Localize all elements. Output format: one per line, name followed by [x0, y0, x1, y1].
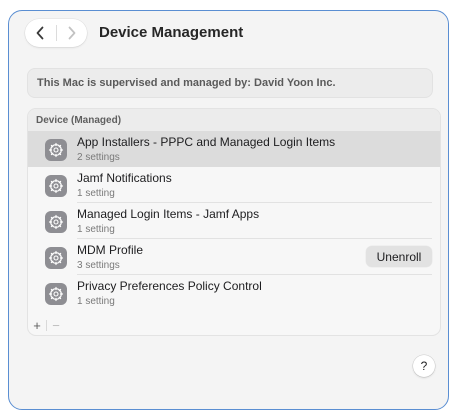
profile-gear-icon	[45, 247, 67, 269]
add-profile-button[interactable]: +	[28, 316, 46, 335]
profile-detail: 1 setting	[77, 188, 115, 199]
profile-name: Managed Login Items - Jamf Apps	[77, 207, 260, 221]
list-header: Device (Managed)	[28, 109, 440, 131]
profile-name: Jamf Notifications	[77, 171, 172, 185]
help-button[interactable]: ?	[413, 355, 435, 377]
profile-detail: 2 settings	[77, 152, 120, 163]
device-profiles-list: Device (Managed) App Installers - PPPC a…	[27, 108, 441, 336]
forward-button[interactable]	[57, 19, 88, 47]
supervision-notice: This Mac is supervised and managed by: D…	[27, 68, 433, 98]
profile-detail: 1 setting	[77, 296, 115, 307]
profile-gear-icon	[45, 283, 67, 305]
chevron-left-icon	[36, 26, 44, 40]
profile-row-mdm-profile[interactable]: MDM Profile 3 settings Unenroll	[28, 239, 440, 275]
unenroll-button[interactable]: Unenroll	[366, 246, 432, 267]
remove-profile-button[interactable]: −	[47, 316, 65, 335]
profile-row-managed-login-items[interactable]: Managed Login Items - Jamf Apps 1 settin…	[28, 203, 440, 239]
chevron-right-icon	[68, 26, 76, 40]
profile-name: MDM Profile	[77, 243, 144, 257]
page-title: Device Management	[99, 24, 244, 41]
profile-name: App Installers - PPPC and Managed Login …	[77, 135, 336, 149]
profile-detail: 3 settings	[77, 260, 120, 271]
profile-row-jamf-notifications[interactable]: Jamf Notifications 1 setting	[28, 167, 440, 203]
profile-gear-icon	[45, 139, 67, 161]
profile-name: Privacy Preferences Policy Control	[77, 279, 262, 293]
navigation-buttons	[25, 19, 87, 47]
back-button[interactable]	[25, 19, 56, 47]
settings-window: Device Management This Mac is supervised…	[8, 10, 449, 410]
toolbar: Device Management	[17, 19, 448, 49]
profile-row-pppc[interactable]: Privacy Preferences Policy Control 1 set…	[28, 275, 440, 311]
list-footer: + −	[28, 316, 440, 335]
profile-gear-icon	[45, 175, 67, 197]
profile-detail: 1 setting	[77, 224, 115, 235]
profile-gear-icon	[45, 211, 67, 233]
profile-row-app-installers[interactable]: App Installers - PPPC and Managed Login …	[28, 131, 440, 167]
